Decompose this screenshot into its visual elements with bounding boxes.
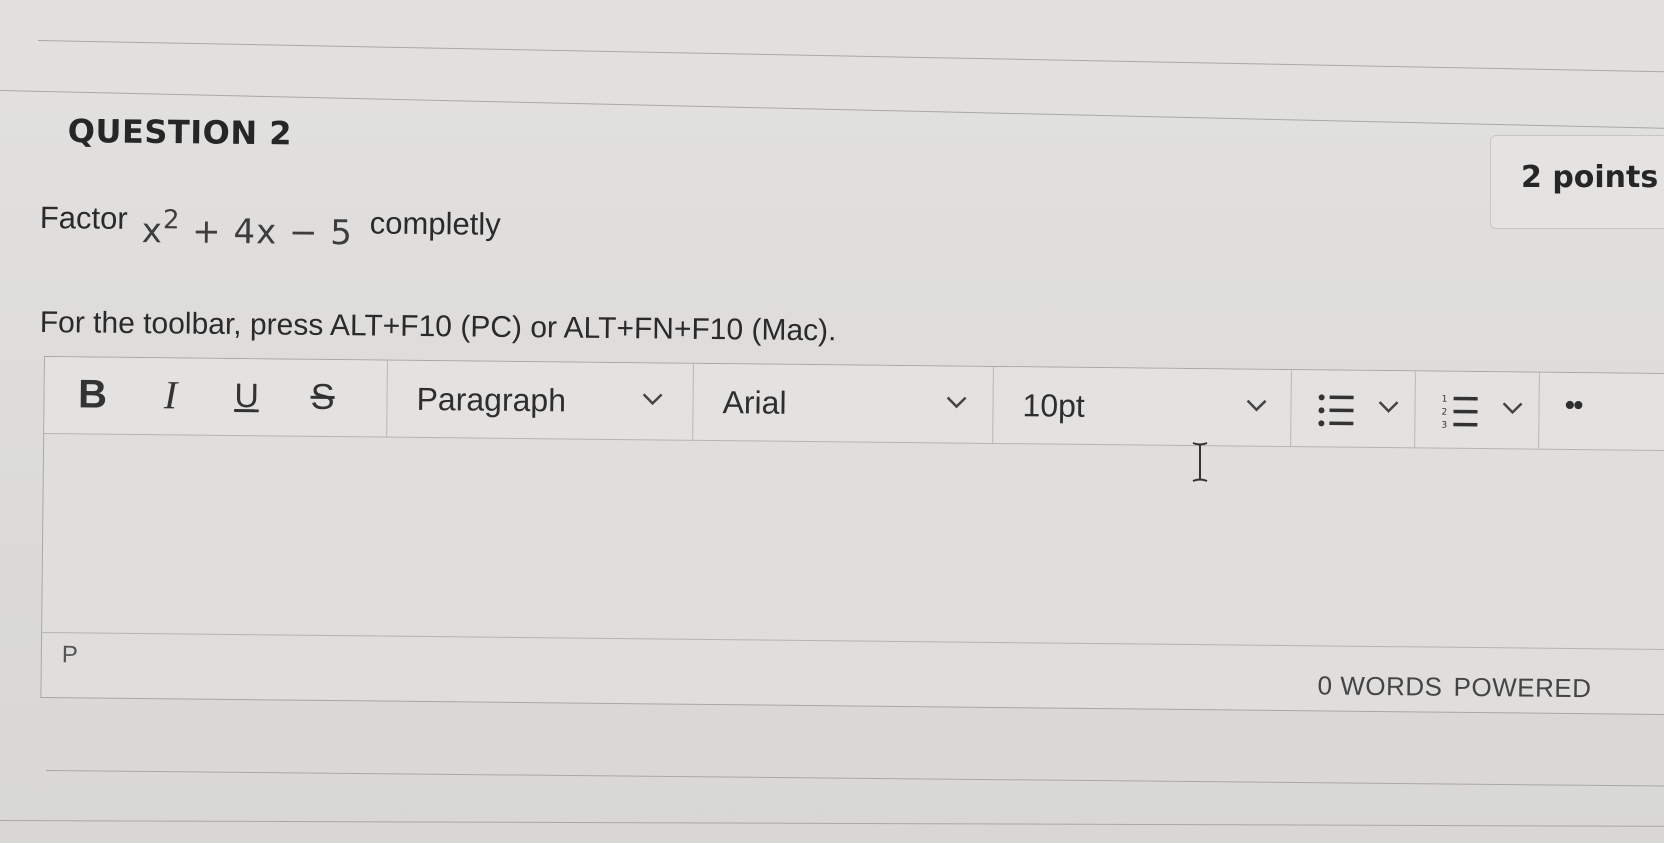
svg-text:3: 3 [1441,421,1447,431]
strikethrough-button[interactable]: S [300,374,344,420]
prompt-suffix: completly [369,205,501,242]
math-rest: + 4x − 5 [180,211,354,254]
block-format-value: Paragraph [416,380,567,419]
prompt-prefix: Factor [39,200,128,236]
rich-text-editor: B I U S Paragraph Arial 10pt 1 2 3 •• P … [40,356,1664,716]
points-label: 2 points [1521,160,1659,195]
question-prompt: Factor x2 + 4x − 5 completly [39,200,660,276]
text-cursor-icon [1192,442,1208,482]
bold-button[interactable]: B [70,371,114,417]
bullet-list-icon [1318,394,1354,427]
math-base: x [141,211,164,252]
top-divider [37,40,1664,74]
chevron-down-icon [1246,399,1267,412]
editor-content-area[interactable] [42,434,1664,650]
word-count: 0 WORDS [1317,670,1443,702]
numbered-list-icon: 1 2 3 [1441,395,1478,431]
question-title: QUESTION 2 [67,112,293,153]
math-expression: x2 + 4x − 5 [141,205,354,254]
chevron-down-icon [642,393,663,406]
block-format-select[interactable]: Paragraph [386,360,694,440]
italic-button[interactable]: I [148,372,192,418]
bullet-list-button[interactable] [1290,370,1416,448]
more-tools-button[interactable]: •• [1538,373,1659,450]
element-path[interactable]: P [62,641,78,669]
chevron-down-icon [1378,401,1399,413]
font-family-value: Arial [722,384,787,421]
chevron-down-icon [946,396,967,409]
more-icon: •• [1564,388,1582,423]
math-exponent: 2 [162,205,181,236]
points-badge: 2 points [1490,135,1664,229]
numbered-list-button[interactable]: 1 2 3 [1414,371,1540,449]
font-family-select[interactable]: Arial [692,363,994,443]
svg-text:1: 1 [1442,395,1448,405]
footer-divider [0,820,1664,827]
bottom-divider [45,770,1664,788]
svg-text:2: 2 [1441,408,1447,418]
powered-by-link[interactable]: POWERED [1453,672,1591,704]
font-size-value: 10pt [1022,387,1086,424]
format-group: B I U S [44,357,388,437]
underline-button[interactable]: U [224,373,268,419]
font-size-select[interactable]: 10pt [992,366,1292,447]
chevron-down-icon [1502,402,1523,415]
toolbar-hint: For the toolbar, press ALT+F10 (PC) or A… [39,306,837,348]
